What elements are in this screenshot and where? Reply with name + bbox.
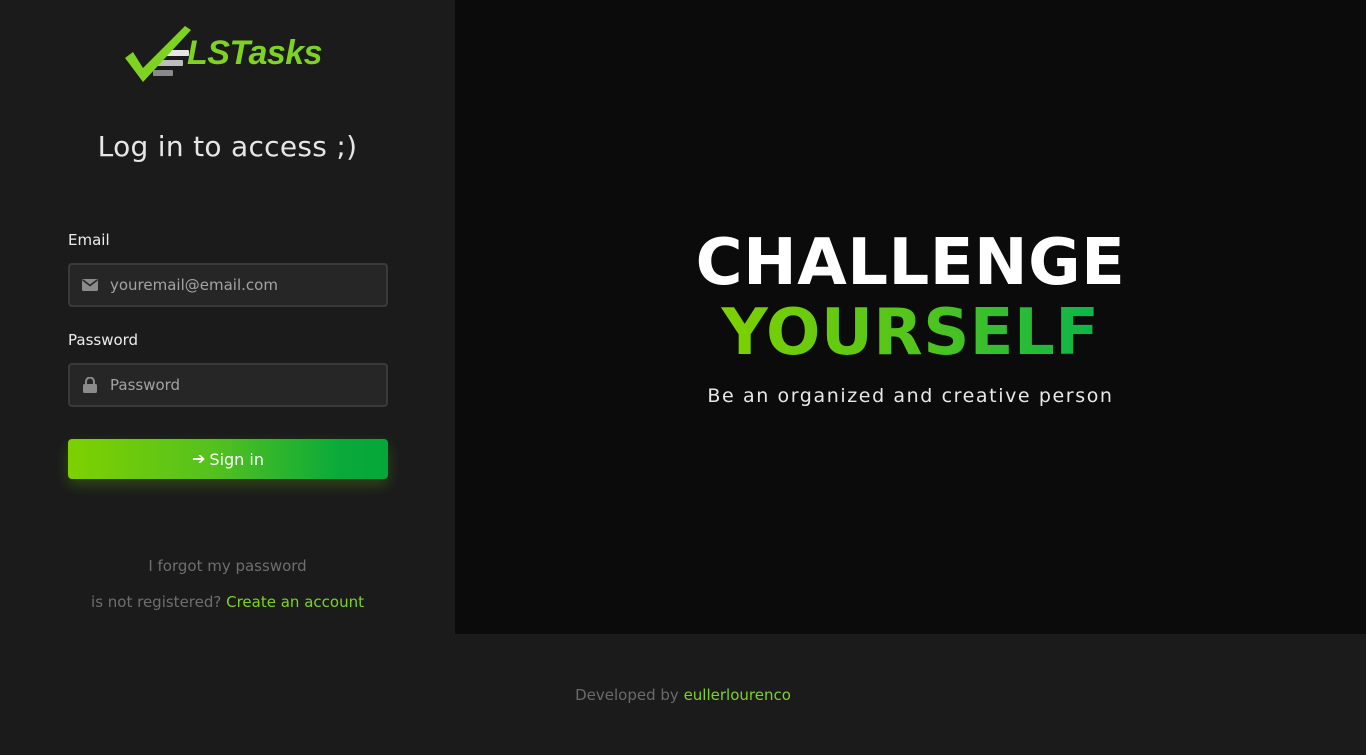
hero-subheadline: YOURSELF [455,298,1366,368]
footer: Developed by eullerlourenco [0,686,1366,704]
create-account-link[interactable]: Create an account [226,593,364,611]
arrow-right-icon: ➔ [192,449,206,468]
author-link[interactable]: eullerlourenco [684,686,791,704]
password-label: Password [68,331,139,349]
envelope-icon [70,265,110,305]
hero-headline: CHALLENGE [695,226,1126,300]
hero-tagline: Be an organized and creative person [707,385,1114,407]
logo: LSTasks [123,22,338,86]
register-prefix: is not registered? [91,593,222,611]
signin-button[interactable]: ➔ Sign in [68,439,388,479]
logo-text: LSTasks [187,34,323,72]
login-title: Log in to access ;) [97,130,358,163]
password-input[interactable] [110,365,386,405]
lock-icon [70,365,110,405]
login-panel: LSTasks Log in to access ;) Email Passwo… [0,0,455,634]
password-field[interactable] [68,363,388,407]
register-line: is not registered? Create an account [0,593,455,611]
checkmark-icon [125,26,191,82]
footer-prefix: Developed by [575,686,679,704]
email-label: Email [68,231,110,249]
email-input[interactable] [110,265,386,305]
login-page: LSTasks Log in to access ;) Email Passwo… [0,0,1366,755]
email-field[interactable] [68,263,388,307]
hero-panel: CHALLENGE YOURSELF Be an organized and c… [455,0,1366,634]
signin-label: Sign in [209,449,264,469]
hero-subheadline-text: YOURSELF [721,296,1100,370]
forgot-password-link[interactable]: I forgot my password [0,557,455,575]
